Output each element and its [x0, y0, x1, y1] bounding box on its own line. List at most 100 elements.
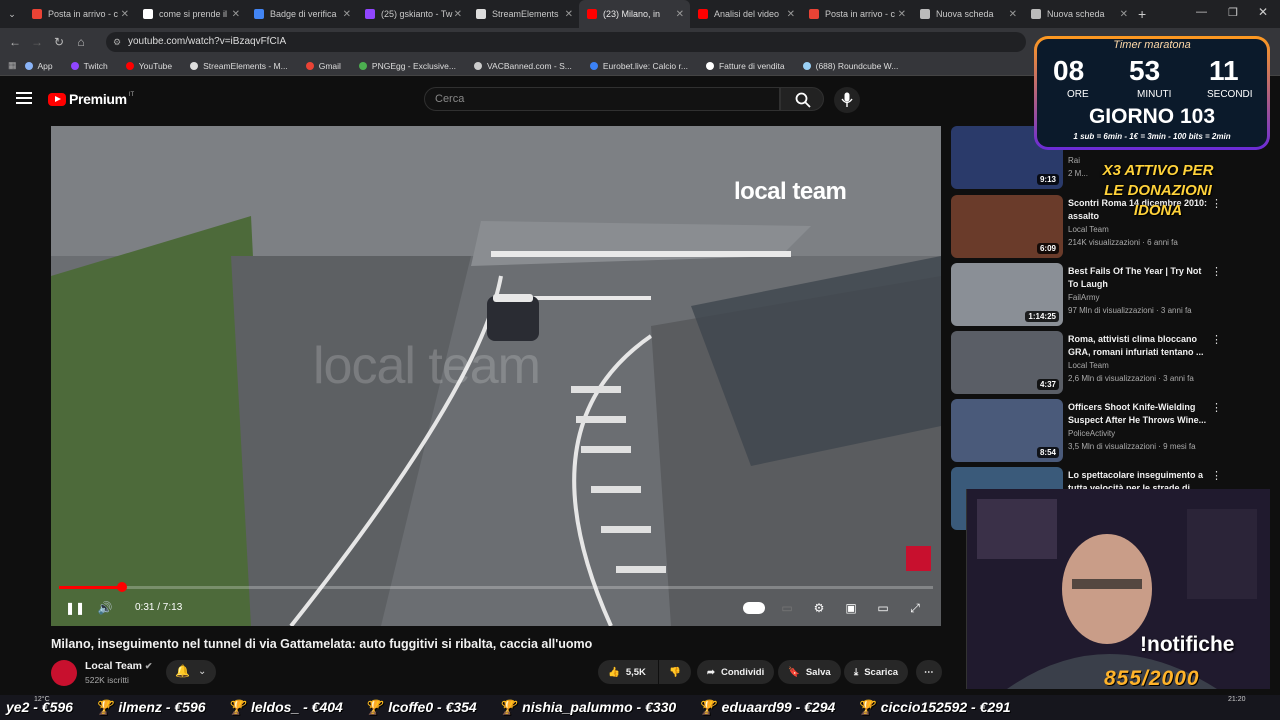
tab-close-icon[interactable]: ✕ [343, 9, 351, 20]
pause-icon[interactable]: ❚❚ [65, 601, 85, 615]
video-time: 0:31 / 7:13 [135, 602, 183, 613]
recommended-title[interactable]: Best Fails Of The Year | Try Not To Laug… [1068, 265, 1208, 291]
more-options-icon[interactable]: ⋮ [1211, 265, 1222, 278]
tab-close-icon[interactable]: ✕ [121, 9, 129, 20]
like-button[interactable]: 👍 5,5K [598, 660, 658, 684]
minimize-button[interactable]: — [1196, 6, 1207, 18]
autoplay-toggle[interactable] [743, 602, 765, 614]
video-thumbnail[interactable]: 1:14:25 [951, 263, 1063, 326]
video-thumbnail[interactable]: 6:09 [951, 195, 1063, 258]
tab-list-dropdown-icon[interactable]: ⌄ [0, 9, 24, 20]
sub-goal-counter: 855/2000 [1104, 667, 1200, 690]
tab-close-icon[interactable]: ✕ [1120, 9, 1128, 20]
browser-tab[interactable]: (23) Milano, in ✕ [579, 0, 690, 28]
hamburger-menu-icon[interactable] [16, 92, 32, 104]
recommended-title[interactable]: Roma, attivisti clima bloccano GRA, roma… [1068, 333, 1208, 359]
share-label: Condividi [720, 666, 765, 678]
bookmark-item[interactable]: App [24, 61, 53, 71]
browser-tab[interactable]: Nuova scheda ✕ [912, 0, 1023, 28]
save-button[interactable]: 🔖 Salva [778, 660, 841, 684]
subtitles-icon[interactable]: ▭ [779, 601, 795, 615]
bookmark-item[interactable]: Twitch [70, 61, 108, 71]
recommended-title[interactable]: Officers Shoot Knife-Wielding Suspect Af… [1068, 401, 1208, 427]
search-input[interactable]: Cerca [424, 87, 780, 111]
channel-name[interactable]: Local Team ✔ [85, 660, 152, 672]
dislike-button[interactable]: 👎 [659, 660, 691, 684]
bookmark-item[interactable]: Gmail [305, 61, 341, 71]
browser-tab[interactable]: come si prende il ✕ [135, 0, 246, 28]
recommended-channel[interactable]: Local Team [1068, 361, 1109, 370]
more-actions-button[interactable]: ⋯ [916, 660, 942, 684]
tab-close-icon[interactable]: ✕ [454, 9, 462, 20]
bookmark-item[interactable]: VACBanned.com - S... [474, 61, 572, 71]
bookmark-favicon-icon [705, 61, 714, 70]
close-window-button[interactable]: ✕ [1258, 5, 1268, 19]
ticker-entry: lcoffe0 - €354 [388, 699, 477, 715]
browser-tab[interactable]: Posta in arrivo - c ✕ [801, 0, 912, 28]
home-icon[interactable]: ⌂ [70, 35, 92, 49]
video-player[interactable]: local team local team ❚❚ 🔊 0:31 / 7:13 ▭… [51, 126, 941, 626]
browser-tab[interactable]: Posta in arrivo - c ✕ [24, 0, 135, 28]
search-button[interactable] [780, 87, 824, 111]
download-button[interactable]: ⤓ Scarica [844, 660, 909, 684]
url-field[interactable]: ⚙ youtube.com/watch?v=iBzaqvFfCIA [106, 32, 1026, 52]
recommended-views: 97 Mln di visualizzazioni · 3 anni fa [1068, 306, 1192, 315]
microphone-icon [841, 92, 853, 107]
bookmark-item[interactable]: Fatture di vendita [705, 61, 785, 71]
donation-ticker: ye2 - €596 🏆 ilmenz - €596 🏆 leldos_ - €404 🏆… [0, 699, 1280, 717]
recommended-video[interactable]: 1:14:25 Best Fails Of The Year | Try Not … [951, 263, 1271, 327]
reload-icon[interactable]: ↻ [48, 35, 70, 49]
tab-label: Nuova scheda [1047, 9, 1105, 19]
tab-close-icon[interactable]: ✕ [565, 9, 573, 20]
tab-close-icon[interactable]: ✕ [787, 9, 795, 20]
notification-bell-button[interactable]: 🔔 ⌄ [166, 660, 216, 684]
ticker-entry: ciccio152592 - €291 [880, 699, 1011, 715]
fullscreen-icon[interactable]: ⤢ [907, 601, 923, 615]
youtube-play-logo-icon [48, 92, 66, 106]
bookmark-item[interactable]: PNGEgg - Exclusive... [358, 61, 456, 71]
miniplayer-icon[interactable]: ▣ [843, 601, 859, 615]
browser-tab[interactable]: Analisi del video ✕ [690, 0, 801, 28]
tab-close-icon[interactable]: ✕ [1009, 9, 1017, 20]
bookmark-item[interactable]: YouTube [125, 60, 173, 71]
bookmark-item[interactable]: (688) Roundcube W... [802, 60, 899, 71]
browser-tab[interactable]: Badge di verifica ✕ [246, 0, 357, 28]
share-button[interactable]: ➦ Condividi [697, 660, 775, 684]
bookmark-item[interactable]: StreamElements - M... [190, 61, 288, 71]
cast-icon[interactable]: ▭ [875, 601, 891, 615]
youtube-premium-logo[interactable]: Premium IT [48, 91, 134, 107]
recommended-channel[interactable]: FailArmy [1068, 293, 1100, 302]
channel-avatar[interactable] [51, 660, 77, 686]
more-options-icon[interactable]: ⋮ [1211, 333, 1222, 346]
tab-close-icon[interactable]: ✕ [898, 9, 906, 20]
bookmark-label: (688) Roundcube W... [815, 60, 899, 71]
progress-bar[interactable] [59, 582, 933, 592]
bookmark-label: YouTube [138, 60, 173, 71]
tab-close-icon[interactable]: ✕ [676, 9, 684, 20]
more-options-icon[interactable]: ⋮ [1211, 469, 1222, 482]
more-options-icon[interactable]: ⋮ [1211, 401, 1222, 414]
tab-close-icon[interactable]: ✕ [232, 9, 240, 20]
progress-scrubber[interactable] [116, 582, 127, 592]
bookmark-item[interactable]: Eurobet.live: Calcio r... [589, 61, 688, 71]
forward-icon[interactable]: → [26, 35, 48, 49]
new-tab-button[interactable]: + [1138, 6, 1146, 22]
maximize-button[interactable]: ❐ [1228, 6, 1238, 19]
video-thumbnail[interactable]: 8:54 [951, 399, 1063, 462]
recommended-video[interactable]: 4:37 Roma, attivisti clima bloccano GRA, … [951, 331, 1271, 395]
apps-grid-icon[interactable]: ▦ [8, 60, 17, 71]
volume-icon[interactable]: 🔊 [97, 601, 113, 615]
settings-icon[interactable]: ⚙ [811, 601, 827, 615]
site-info-icon[interactable]: ⚙ [113, 32, 121, 52]
recommended-channel[interactable]: PoliceActivity [1068, 429, 1115, 438]
browser-tab[interactable]: StreamElements ✕ [468, 0, 579, 28]
back-icon[interactable]: ← [4, 35, 26, 49]
streamer-silhouette [967, 489, 1270, 689]
browser-tab[interactable]: (25) gskianto - Tw ✕ [357, 0, 468, 28]
like-count: 5,5K [625, 666, 646, 678]
recommended-video[interactable]: 8:54 Officers Shoot Knife-Wielding Suspec… [951, 399, 1271, 463]
video-thumbnail[interactable]: 4:37 [951, 331, 1063, 394]
voice-search-button[interactable] [834, 87, 860, 113]
recommended-channel[interactable]: Local Team [1068, 225, 1109, 234]
browser-tab[interactable]: Nuova scheda ✕ [1023, 0, 1134, 28]
